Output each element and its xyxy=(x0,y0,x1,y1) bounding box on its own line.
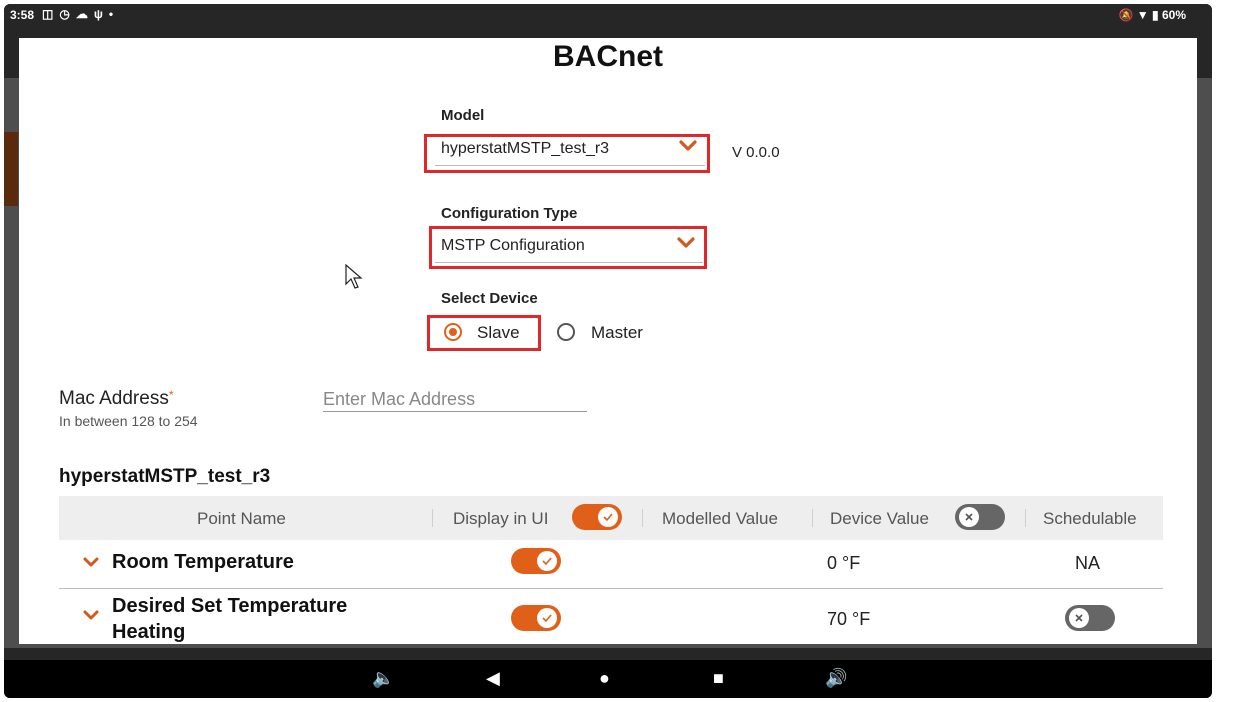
status-right: 🔕 ▼ ▮ 60% xyxy=(1118,8,1186,22)
header-divider xyxy=(642,509,643,527)
table-row: Desired Set Temperature Heating 70 °F xyxy=(59,589,1163,644)
battery-icon: ▮ xyxy=(1152,8,1159,22)
header-device-value: Device Value xyxy=(830,509,929,528)
check-icon xyxy=(542,614,552,623)
check-icon xyxy=(542,557,552,566)
header-divider xyxy=(432,509,433,527)
radio-master-label: Master xyxy=(591,323,643,342)
required-mark: * xyxy=(168,388,174,402)
mac-address-input[interactable] xyxy=(323,387,587,412)
model-version: V 0.0.0 xyxy=(732,144,780,161)
back-icon[interactable]: ◀ xyxy=(486,668,500,689)
mouse-cursor-icon xyxy=(345,264,363,289)
check-icon xyxy=(603,513,613,522)
expand-chevron-icon[interactable] xyxy=(83,556,99,574)
recents-icon[interactable]: ■ xyxy=(713,668,724,689)
clock-icon: ◷ xyxy=(59,7,76,21)
slave-highlight-box xyxy=(427,315,541,351)
cloud-icon: ☁ xyxy=(75,7,94,21)
mac-address-label: Mac Address* xyxy=(59,388,174,409)
configuration-highlight-box xyxy=(429,226,707,269)
background-accent xyxy=(4,132,18,206)
header-display-in-ui: Display in UI xyxy=(453,509,549,528)
points-section-title: hyperstatMSTP_test_r3 xyxy=(59,466,271,487)
header-divider xyxy=(812,509,813,527)
header-schedulable: Schedulable xyxy=(1043,509,1137,528)
row-schedulable-toggle[interactable] xyxy=(1065,605,1115,631)
x-icon xyxy=(965,513,973,521)
schedulable-value: NA xyxy=(1075,553,1101,573)
header-divider xyxy=(1025,509,1026,527)
device-value: 70 °F xyxy=(827,609,871,629)
points-table-header: Point Name Display in UI Modelled Value … xyxy=(59,496,1163,540)
table-row: Room Temperature 0 °F NA xyxy=(59,540,1163,587)
dialog-title: BACnet xyxy=(553,40,663,73)
volume-up-icon[interactable]: 🔊 xyxy=(825,668,847,689)
point-name: Room Temperature xyxy=(112,551,294,573)
battery-percent: 60% xyxy=(1161,8,1186,22)
header-device-value-toggle[interactable] xyxy=(955,504,1005,530)
point-name-line2: Heating xyxy=(112,621,186,643)
header-modelled-value: Modelled Value xyxy=(662,509,778,528)
configuration-type-label: Configuration Type xyxy=(441,205,578,222)
volume-down-icon[interactable]: 🔈 xyxy=(372,668,394,689)
model-highlight-box xyxy=(424,134,710,173)
status-left-icons: ◫◷☁ψ• xyxy=(42,7,119,21)
status-bar: 3:58 ◫◷☁ψ• 🔕 ▼ ▮ 60% xyxy=(4,4,1212,28)
point-name-line1: Desired Set Temperature xyxy=(112,595,348,617)
model-label: Model xyxy=(441,107,485,124)
radio-master[interactable] xyxy=(557,323,575,341)
usb-icon: ψ xyxy=(93,7,109,21)
device-value: 0 °F xyxy=(827,553,861,573)
header-display-toggle[interactable] xyxy=(572,504,622,530)
expand-chevron-icon[interactable] xyxy=(83,609,99,627)
android-nav-bar: 🔈 ◀ ● ■ 🔊 xyxy=(4,660,1212,698)
point-name: Desired Set Temperature Heating xyxy=(112,593,347,644)
select-device-label: Select Device xyxy=(441,290,538,307)
bacnet-dialog: BACnet Model hyperstatMSTP_test_r3 V 0.0… xyxy=(19,38,1197,644)
wifi-icon: ▼ xyxy=(1136,8,1149,22)
header-point-name: Point Name xyxy=(197,509,286,528)
home-icon[interactable]: ● xyxy=(599,668,610,689)
status-time: 3:58 xyxy=(10,8,35,22)
mac-address-hint: In between 128 to 254 xyxy=(59,413,198,429)
sim-icon: ◫ xyxy=(42,7,60,21)
mute-icon: 🔕 xyxy=(1118,8,1134,22)
row-display-toggle[interactable] xyxy=(511,605,561,631)
device-screen: 3:58 ◫◷☁ψ• 🔕 ▼ ▮ 60% BACnet Model hypers… xyxy=(4,4,1212,698)
x-icon xyxy=(1075,614,1083,622)
dot-icon: • xyxy=(108,7,120,21)
row-display-toggle[interactable] xyxy=(511,548,561,574)
